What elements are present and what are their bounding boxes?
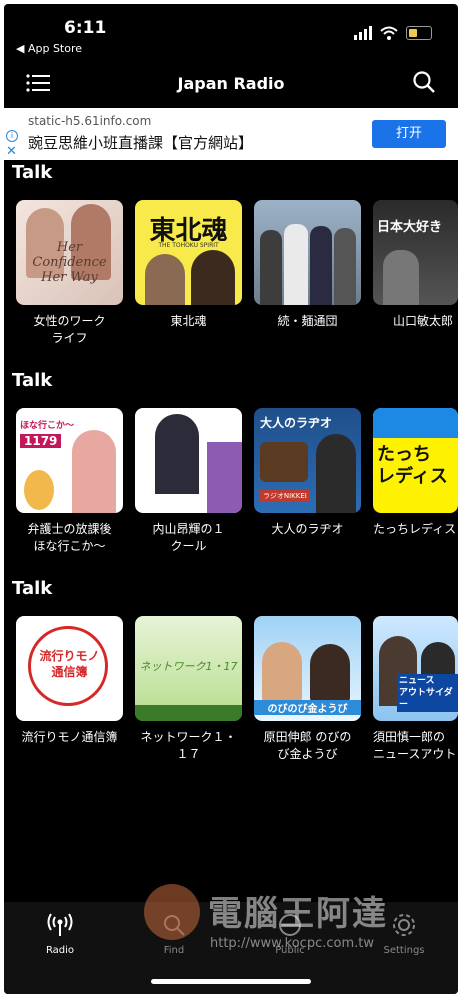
station-thumbnail: ほな行こか〜 1179 <box>16 408 123 513</box>
station-row: ほな行こか〜 1179 弁護士の放課後 ほな行こか〜 内山昂輝の１ クール 大人… <box>16 408 458 555</box>
status-time: 6:11 <box>64 18 107 38</box>
station-card[interactable]: 東北魂 THE TOHOKU SPIRIT 東北魂 <box>135 200 242 347</box>
thumbnail-subtext: ラジオNIKKEI <box>260 490 310 502</box>
station-card[interactable]: 内山昂輝の１ クール <box>135 408 242 555</box>
station-row: Her Confidence Her Way 女性のワーク ライフ 東北魂 TH… <box>16 200 458 347</box>
station-card[interactable]: ネットワーク1・17 ネットワーク１・ １７ <box>135 616 242 763</box>
station-name: 内山昂輝の１ クール <box>152 522 225 553</box>
station-thumbnail <box>254 200 361 305</box>
station-name: 弁護士の放課後 ほな行こか〜 <box>27 522 112 553</box>
ad-banner[interactable]: i ✕ static-h5.61info.com 豌豆思維小班直播課【官方網站】… <box>4 108 458 160</box>
station-card[interactable]: 流行りモノ 通信簿 流行りモノ通信簿 <box>16 616 123 763</box>
battery-icon <box>406 26 432 40</box>
watermark-logo-icon <box>144 884 200 940</box>
station-name: 東北魂 <box>170 314 207 328</box>
back-to-app-store[interactable]: ◀ App Store <box>16 42 82 55</box>
thumbnail-text: ほな行こか〜 <box>20 421 75 431</box>
section-title: Talk <box>12 370 53 391</box>
station-name: 原田伸郎 のびの び金ようび <box>263 730 352 761</box>
section-title: Talk <box>12 578 53 599</box>
station-thumbnail: Her Confidence Her Way <box>16 200 123 305</box>
watermark-url: http://www.kocpc.com.tw <box>210 936 374 951</box>
station-name: 続・麺通団 <box>277 314 338 328</box>
station-thumbnail: 東北魂 THE TOHOKU SPIRIT <box>135 200 242 305</box>
thumbnail-text: 大人のラヂオ <box>260 416 333 430</box>
thumbnail-text: ニュース アウトサイダー <box>397 674 458 712</box>
station-name: 女性のワーク ライフ <box>33 314 106 345</box>
station-thumbnail: 流行りモノ 通信簿 <box>16 616 123 721</box>
watermark-text: 電腦王阿達 <box>208 894 388 934</box>
signal-icon <box>354 26 372 40</box>
thumbnail-text: 日本大好き <box>377 220 443 235</box>
tab-label: Radio <box>45 945 75 956</box>
station-card[interactable]: Her Confidence Her Way 女性のワーク ライフ <box>16 200 123 347</box>
nav-bar: Japan Radio <box>4 64 458 106</box>
station-card[interactable]: 続・麺通団 <box>254 200 361 347</box>
station-thumbnail <box>135 408 242 513</box>
status-bar: 6:11 ◀ App Store <box>4 4 458 64</box>
station-card[interactable]: ほな行こか〜 1179 弁護士の放課後 ほな行こか〜 <box>16 408 123 555</box>
station-card[interactable]: 大人のラヂオ ラジオNIKKEI 大人のラヂオ <box>254 408 361 555</box>
station-row: 流行りモノ 通信簿 流行りモノ通信簿 ネットワーク1・17 ネットワーク１・ １… <box>16 616 458 763</box>
wifi-icon <box>380 26 398 40</box>
station-thumbnail: ネットワーク1・17 <box>135 616 242 721</box>
thumbnail-subtext: THE TOHOKU SPIRIT <box>158 242 219 249</box>
thumbnail-text: たっち レディス <box>377 444 448 487</box>
station-name: 大人のラヂオ <box>271 522 344 536</box>
station-thumbnail: 大人のラヂオ ラジオNIKKEI <box>254 408 361 513</box>
section-title: Talk <box>12 162 53 183</box>
home-indicator <box>151 979 311 984</box>
ad-headline: 豌豆思維小班直播課【官方網站】 <box>28 134 254 152</box>
thumbnail-text: ネットワーク1・17 <box>139 660 238 673</box>
station-name: たっちレディス <box>373 522 457 536</box>
thumbnail-text: Her Confidence Her Way <box>32 240 107 285</box>
watermark: 電腦王阿達 http://www.kocpc.com.tw <box>144 876 444 976</box>
station-thumbnail: ニュース アウトサイダー <box>373 616 458 721</box>
ad-url: static-h5.61info.com <box>28 114 152 128</box>
station-name: 流行りモノ通信簿 <box>21 730 118 744</box>
ad-info-icon[interactable]: i <box>6 130 18 142</box>
radio-antenna-icon <box>47 913 73 936</box>
station-name: 山口敏太郎 <box>392 314 453 328</box>
thumbnail-text: 流行りモノ 通信簿 <box>39 649 100 679</box>
app-screen: 6:11 ◀ App Store Japan Radio i ✕ static-… <box>4 4 458 994</box>
station-name: ネットワーク１・ １７ <box>140 730 237 761</box>
station-thumbnail: たっち レディス <box>373 408 458 513</box>
thumbnail-subtext: 1179 <box>20 434 62 448</box>
station-card[interactable]: 日本大好き 山口敏太郎 <box>373 200 458 347</box>
station-card[interactable]: ニュース アウトサイダー 須田慎一郎の ニュースアウト <box>373 616 458 763</box>
station-name: 須田慎一郎の ニュースアウト <box>373 730 457 761</box>
tab-radio[interactable]: Radio <box>20 912 100 956</box>
station-thumbnail: のびのび金ようび <box>254 616 361 721</box>
status-icons <box>354 26 432 40</box>
station-card[interactable]: たっち レディス たっちレディス <box>373 408 458 555</box>
page-title: Japan Radio <box>177 74 285 93</box>
ad-open-button[interactable]: 打开 <box>372 120 446 148</box>
search-icon[interactable] <box>412 70 436 94</box>
station-thumbnail: 日本大好き <box>373 200 458 305</box>
station-card[interactable]: のびのび金ようび 原田伸郎 のびの び金ようび <box>254 616 361 763</box>
ad-close-icon[interactable]: ✕ <box>6 144 17 159</box>
thumbnail-text: のびのび金ようび <box>254 700 361 715</box>
